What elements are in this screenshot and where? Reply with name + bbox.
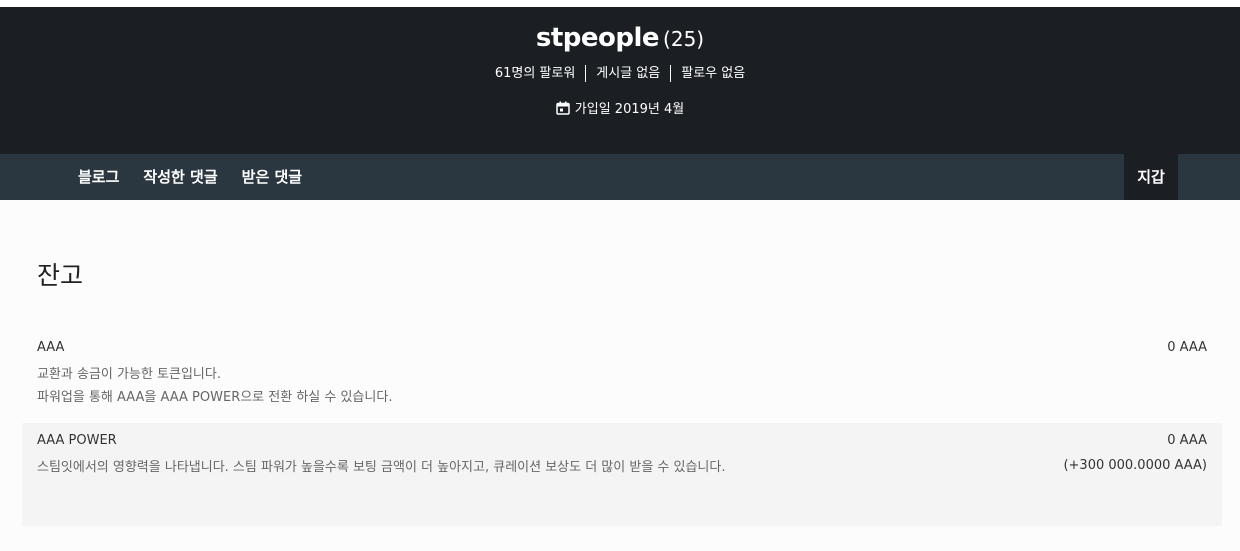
profile-tab-bar: 블로그 작성한 댓글 받은 댓글 지갑	[0, 154, 1240, 200]
delegated-balance: (+300 000.0000 AAA)	[1063, 458, 1207, 473]
username: stpeople	[535, 23, 660, 53]
profile-name-line: stpeople (25)	[0, 23, 1240, 53]
reputation-score: (25)	[663, 27, 705, 51]
balance-title: 잔고	[37, 261, 84, 290]
token-description: 스팀잇에서의 영향력을 나타냅니다. 스팀 파워가 높을수록 보팅 금액이 더 …	[37, 460, 726, 475]
joined-date: 가입일 2019년 4월	[574, 102, 685, 117]
profile-header: stpeople (25) 61명의 팔로워 게시글 없음 팔로우 없음 가입일 …	[0, 7, 1240, 154]
token-description-line: 교환과 송금이 가능한 토큰입니다.	[37, 367, 221, 382]
tabs-left: 블로그 작성한 댓글 받은 댓글	[66, 154, 314, 200]
tab-comments-received[interactable]: 받은 댓글	[230, 154, 314, 200]
tab-comments-written[interactable]: 작성한 댓글	[131, 154, 229, 200]
token-balance[interactable]: 0 AAA	[1167, 433, 1207, 448]
tab-wallet[interactable]: 지갑	[1124, 154, 1178, 200]
tab-blog[interactable]: 블로그	[66, 154, 131, 200]
top-strip	[0, 0, 1240, 7]
token-name: AAA POWER	[37, 433, 117, 448]
followers-count[interactable]: 61명의 팔로워	[485, 66, 585, 82]
joined-date-line: 가입일 2019년 4월	[0, 98, 1240, 117]
token-name: AAA	[37, 340, 65, 355]
token-description: 교환과 송금이 가능한 토큰입니다. 파워업을 통해 AAA을 AAA POWE…	[37, 363, 817, 409]
balance-row-aaa-power: AAA POWER 스팀잇에서의 영향력을 나타냅니다. 스팀 파워가 높을수록…	[22, 423, 1222, 526]
following-count[interactable]: 팔로우 없음	[671, 66, 755, 82]
posts-count: 게시글 없음	[596, 65, 661, 81]
token-balance[interactable]: 0 AAA	[1167, 340, 1207, 355]
token-description-line: 파워업을 통해 AAA을 AAA POWER으로 전환 하실 수 있습니다.	[37, 390, 393, 405]
balance-row-aaa: AAA 교환과 송금이 가능한 토큰입니다. 파워업을 통해 AAA을 AAA …	[22, 330, 1222, 422]
profile-stats: 61명의 팔로워 게시글 없음 팔로우 없음	[0, 65, 1240, 82]
calendar-icon	[556, 101, 570, 115]
